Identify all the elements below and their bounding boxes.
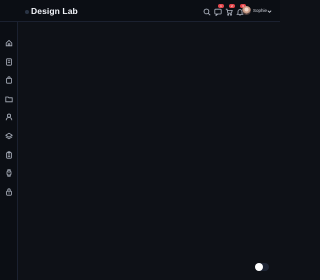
clipboard-icon (6, 151, 12, 159)
user-name[interactable]: Sophie (253, 8, 267, 14)
user-icon (5, 113, 13, 121)
layers-icon (5, 132, 13, 140)
avatar[interactable] (242, 6, 251, 15)
top-bar: Design Lab 1 2 3 Sophie (0, 0, 280, 22)
watch-icon (6, 169, 12, 177)
search-icon (203, 8, 211, 16)
brand-name: Design Lab (31, 6, 78, 16)
sidebar-item-documents[interactable] (4, 57, 14, 67)
theme-toggle[interactable] (255, 263, 269, 271)
sidebar-item-folder[interactable] (4, 94, 14, 104)
cart-icon (225, 8, 233, 16)
home-icon (5, 39, 13, 47)
header-actions: 1 2 3 (202, 4, 246, 17)
sidebar-item-tasks[interactable] (4, 168, 14, 178)
brand[interactable]: Design Lab (25, 6, 78, 17)
content-area (18, 22, 280, 280)
briefcase-icon (6, 188, 12, 196)
sidebar-item-cart[interactable] (4, 75, 14, 85)
chat-icon (214, 8, 222, 16)
chevron-down-icon[interactable] (266, 8, 272, 14)
sidebar (0, 22, 18, 280)
sidebar-item-settings[interactable] (4, 187, 14, 197)
document-icon (6, 58, 12, 66)
sidebar-item-layers[interactable] (4, 131, 14, 141)
cart-button[interactable]: 2 (224, 4, 235, 17)
messages-button[interactable]: 1 (213, 4, 224, 17)
toggle-knob (255, 263, 263, 271)
sidebar-item-home[interactable] (4, 38, 14, 48)
search-button[interactable] (202, 7, 212, 17)
logo-icon (25, 9, 29, 14)
folder-icon (5, 96, 13, 103)
bag-icon (6, 76, 12, 84)
sidebar-item-users[interactable] (4, 112, 14, 122)
sidebar-item-calendar[interactable] (4, 150, 14, 160)
